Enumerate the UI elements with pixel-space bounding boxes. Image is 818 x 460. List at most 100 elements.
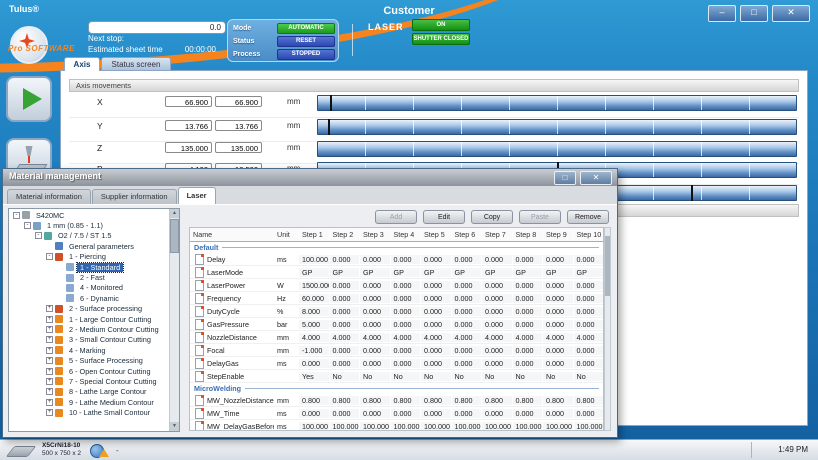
- step-value-cell[interactable]: 0.000: [481, 294, 512, 303]
- step-value-cell[interactable]: 4.000: [329, 333, 360, 342]
- step-value-cell[interactable]: GP: [481, 268, 512, 277]
- step-value-cell[interactable]: No: [420, 372, 451, 381]
- step-value-cell[interactable]: GP: [542, 268, 573, 277]
- step-value-cell[interactable]: 0.000: [298, 359, 329, 368]
- step-value-cell[interactable]: 0.000: [573, 359, 604, 368]
- step-value-cell[interactable]: GP: [329, 268, 360, 277]
- tree-item[interactable]: +1 - Large Contour Cutting: [9, 314, 169, 324]
- expand-icon[interactable]: +: [46, 316, 53, 323]
- tree-item[interactable]: +4 - Marking: [9, 345, 169, 355]
- step-value-cell[interactable]: No: [329, 372, 360, 381]
- step-value-cell[interactable]: 0.000: [573, 294, 604, 303]
- step-value-cell[interactable]: No: [542, 372, 573, 381]
- step-value-cell[interactable]: 0.000: [390, 281, 421, 290]
- step-value-cell[interactable]: 0.000: [420, 359, 451, 368]
- step-value-cell[interactable]: 0.000: [542, 346, 573, 355]
- step-value-cell[interactable]: 100.000: [298, 255, 329, 264]
- step-value-cell[interactable]: 0.000: [390, 409, 421, 418]
- dialog-titlebar[interactable]: Material management □✕: [3, 169, 617, 187]
- step-value-cell[interactable]: 0.000: [390, 346, 421, 355]
- step-value-cell[interactable]: 100.000: [481, 422, 512, 431]
- axis-target-field[interactable]: 66.900: [215, 96, 262, 107]
- step-value-cell[interactable]: No: [390, 372, 421, 381]
- step-value-cell[interactable]: 100.000: [451, 422, 482, 431]
- tree-item[interactable]: 6 - Dynamic: [9, 293, 169, 303]
- step-value-cell[interactable]: 0.000: [420, 307, 451, 316]
- step-value-cell[interactable]: 0.000: [573, 320, 604, 329]
- collapse-icon[interactable]: -: [13, 212, 20, 219]
- step-value-cell[interactable]: 0.800: [451, 396, 482, 405]
- collapse-icon[interactable]: -: [24, 222, 31, 229]
- expand-icon[interactable]: +: [46, 305, 53, 312]
- step-value-cell[interactable]: 0.000: [481, 359, 512, 368]
- step-value-cell[interactable]: 0.000: [329, 281, 360, 290]
- step-value-cell[interactable]: 4.000: [512, 333, 543, 342]
- step-value-cell[interactable]: 0.000: [573, 346, 604, 355]
- step-value-cell[interactable]: 0.000: [359, 294, 390, 303]
- tree-scrollbar[interactable]: ▲ ▼: [169, 209, 179, 431]
- step-value-cell[interactable]: 0.800: [481, 396, 512, 405]
- step-value-cell[interactable]: 0.000: [451, 294, 482, 303]
- restore-button[interactable]: □: [740, 5, 768, 22]
- tree-item[interactable]: +8 - Lathe Large Contour: [9, 387, 169, 397]
- step-value-cell[interactable]: 0.000: [481, 320, 512, 329]
- copy-button[interactable]: Copy: [471, 210, 513, 224]
- step-value-cell[interactable]: 4.000: [298, 333, 329, 342]
- step-value-cell[interactable]: 0.000: [512, 255, 543, 264]
- step-value-cell[interactable]: 100.000: [420, 422, 451, 431]
- step-value-cell[interactable]: GP: [298, 268, 329, 277]
- axis-slider[interactable]: [317, 95, 797, 111]
- tab-axis[interactable]: Axis: [64, 57, 100, 71]
- table-scrollbar[interactable]: [604, 227, 611, 431]
- step-value-cell[interactable]: 0.800: [573, 396, 604, 405]
- expand-icon[interactable]: +: [46, 326, 53, 333]
- step-value-cell[interactable]: 8.000: [298, 307, 329, 316]
- step-value-cell[interactable]: GP: [359, 268, 390, 277]
- step-value-cell[interactable]: 0.000: [542, 255, 573, 264]
- step-value-cell[interactable]: No: [512, 372, 543, 381]
- tree-item[interactable]: -1 mm (0.85 - 1.1): [9, 220, 169, 230]
- step-value-cell[interactable]: 0.000: [390, 294, 421, 303]
- step-value-cell[interactable]: 0.000: [329, 255, 360, 264]
- step-value-cell[interactable]: 100.000: [390, 422, 421, 431]
- step-value-cell[interactable]: 0.000: [542, 320, 573, 329]
- step-value-cell[interactable]: 0.000: [481, 346, 512, 355]
- step-value-cell[interactable]: 0.800: [359, 396, 390, 405]
- tree-item[interactable]: 2 - Fast: [9, 272, 169, 282]
- step-value-cell[interactable]: 0.000: [329, 320, 360, 329]
- step-value-cell[interactable]: 0.000: [512, 320, 543, 329]
- step-value-cell[interactable]: 0.000: [481, 307, 512, 316]
- step-value-cell[interactable]: No: [451, 372, 482, 381]
- step-value-cell[interactable]: 0.000: [329, 307, 360, 316]
- tree-item[interactable]: 4 - Monitored: [9, 283, 169, 293]
- minimize-button[interactable]: –: [708, 5, 736, 22]
- step-value-cell[interactable]: 4.000: [481, 333, 512, 342]
- step-value-cell[interactable]: 0.000: [420, 346, 451, 355]
- step-value-cell[interactable]: 4.000: [542, 333, 573, 342]
- axis-position-field[interactable]: 13.766: [165, 120, 212, 131]
- axis-slider[interactable]: [317, 141, 797, 157]
- step-value-cell[interactable]: 0.000: [542, 307, 573, 316]
- start-button[interactable]: [6, 76, 52, 122]
- step-value-cell[interactable]: 0.000: [359, 255, 390, 264]
- edit-button[interactable]: Edit: [423, 210, 465, 224]
- expand-icon[interactable]: +: [46, 399, 53, 406]
- step-value-cell[interactable]: 0.000: [512, 409, 543, 418]
- step-value-cell[interactable]: 4.000: [420, 333, 451, 342]
- remove-button[interactable]: Remove: [567, 210, 609, 224]
- step-value-cell[interactable]: 0.000: [359, 281, 390, 290]
- step-value-cell[interactable]: 0.000: [512, 294, 543, 303]
- step-value-cell[interactable]: 0.800: [390, 396, 421, 405]
- step-value-cell[interactable]: 0.000: [573, 255, 604, 264]
- step-value-cell[interactable]: 0.000: [481, 409, 512, 418]
- step-value-cell[interactable]: GP: [390, 268, 421, 277]
- step-value-cell[interactable]: 0.000: [451, 320, 482, 329]
- step-value-cell[interactable]: GP: [512, 268, 543, 277]
- tree-item[interactable]: +10 - Lathe Small Contour: [9, 407, 169, 417]
- step-value-cell[interactable]: 0.000: [359, 307, 390, 316]
- tree-item[interactable]: +6 - Open Contour Cutting: [9, 366, 169, 376]
- step-value-cell[interactable]: 0.800: [542, 396, 573, 405]
- step-value-cell[interactable]: 100.000: [573, 422, 604, 431]
- step-value-cell[interactable]: 0.000: [481, 281, 512, 290]
- step-value-cell[interactable]: No: [481, 372, 512, 381]
